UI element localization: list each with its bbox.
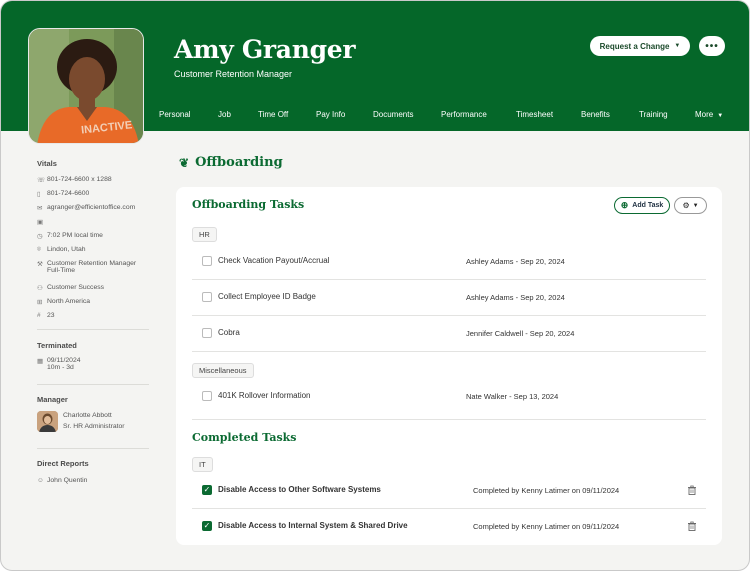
tab-benefits[interactable]: Benefits bbox=[581, 110, 610, 119]
sidebar-divider bbox=[37, 329, 149, 330]
group-tag-miscellaneous: Miscellaneous bbox=[192, 363, 254, 378]
direct-reports-title: Direct Reports bbox=[37, 459, 89, 468]
employee-portrait-image: INACTIVE bbox=[29, 29, 143, 143]
chevron-down-icon: ▼ bbox=[717, 113, 724, 119]
clock-icon: ◷ bbox=[37, 233, 43, 240]
offboarding-icon: ❦ bbox=[179, 155, 190, 170]
hash-icon: # bbox=[37, 312, 41, 319]
request-change-label: Request a Change bbox=[599, 41, 670, 51]
group-tag-it: IT bbox=[192, 457, 213, 472]
tab-pay-info[interactable]: Pay Info bbox=[316, 110, 345, 119]
vital-location: ⌾ Lindon, Utah bbox=[37, 246, 86, 253]
person-icon: ☺ bbox=[37, 477, 44, 484]
task-assignee: Jennifer Caldwell - Sep 20, 2024 bbox=[466, 329, 575, 338]
settings-dropdown-button[interactable]: ⚙ ▼ bbox=[674, 197, 707, 214]
tab-training[interactable]: Training bbox=[639, 110, 668, 119]
vital-linkedin[interactable]: ▣ bbox=[37, 218, 47, 226]
add-task-button[interactable]: ⊕ Add Task bbox=[614, 197, 670, 214]
task-assignee: Ashley Adams - Sep 20, 2024 bbox=[466, 257, 565, 266]
linkedin-icon: ▣ bbox=[37, 219, 44, 226]
tab-time-off[interactable]: Time Off bbox=[258, 110, 288, 119]
task-checkbox[interactable] bbox=[202, 256, 212, 266]
task-name[interactable]: Check Vacation Payout/Accrual bbox=[218, 256, 329, 265]
manager-avatar[interactable] bbox=[37, 411, 58, 432]
card-title: Offboarding Tasks bbox=[192, 198, 305, 211]
task-completed-by: Completed by Kenny Latimer on 09/11/2024 bbox=[473, 486, 620, 495]
trash-icon[interactable] bbox=[687, 485, 697, 495]
vital-department: ⚇ Customer Success bbox=[37, 284, 105, 292]
task-completed-by: Completed by Kenny Latimer on 09/11/2024 bbox=[473, 522, 620, 531]
completed-task-row: ✓ Disable Access to Other Software Syste… bbox=[192, 473, 706, 509]
task-name[interactable]: Disable Access to Internal System & Shar… bbox=[218, 521, 408, 530]
sidebar-divider bbox=[37, 448, 149, 449]
calendar-icon: ▦ bbox=[37, 358, 44, 365]
sidebar-divider bbox=[37, 384, 149, 385]
request-change-button[interactable]: Request a Change ▼ bbox=[590, 36, 690, 56]
tab-more[interactable]: More ▼ bbox=[695, 110, 723, 119]
terminated-title: Terminated bbox=[37, 341, 77, 350]
manager-name[interactable]: Charlotte Abbott bbox=[63, 412, 112, 419]
task-name[interactable]: Cobra bbox=[218, 328, 240, 337]
task-checkbox[interactable] bbox=[202, 328, 212, 338]
manager-title: Manager bbox=[37, 395, 68, 404]
task-name[interactable]: 401K Rollover Information bbox=[218, 391, 311, 400]
vital-email[interactable]: ✉ agranger@efficientoffice.com bbox=[37, 204, 135, 212]
ellipsis-icon: ••• bbox=[705, 40, 719, 52]
tab-timesheet[interactable]: Timesheet bbox=[516, 110, 553, 119]
vital-phone: ☏ 801-724-6600 x 1288 bbox=[37, 176, 112, 184]
org-icon: ⊞ bbox=[37, 299, 43, 306]
employee-photo: INACTIVE bbox=[28, 28, 144, 144]
employee-name: Amy Granger bbox=[174, 35, 356, 64]
tab-job[interactable]: Job bbox=[218, 110, 231, 119]
vital-employee-number: # 23 bbox=[37, 312, 55, 319]
vital-local-time: ◷ 7:02 PM local time bbox=[37, 232, 103, 240]
task-row: 401K Rollover Information Nate Walker - … bbox=[192, 379, 706, 415]
chevron-down-icon: ▼ bbox=[692, 202, 699, 209]
row-divider bbox=[192, 351, 706, 352]
vital-division: ⊞ North America bbox=[37, 298, 91, 306]
task-row: Check Vacation Payout/Accrual Ashley Ada… bbox=[192, 244, 706, 280]
trash-icon[interactable] bbox=[687, 521, 697, 531]
task-row: Cobra Jennifer Caldwell - Sep 20, 2024 bbox=[192, 316, 706, 352]
more-actions-button[interactable]: ••• bbox=[699, 36, 725, 56]
manager-role: Sr. HR Administrator bbox=[63, 423, 125, 430]
task-name[interactable]: Collect Employee ID Badge bbox=[218, 292, 316, 301]
location-icon: ⌾ bbox=[37, 246, 41, 253]
group-tag-hr: HR bbox=[192, 227, 217, 242]
tab-personal[interactable]: Personal bbox=[159, 110, 191, 119]
page-title: ❦ Offboarding bbox=[179, 155, 283, 170]
tab-performance[interactable]: Performance bbox=[441, 110, 487, 119]
vital-job: ⚒ Customer Retention Manager Full-Time bbox=[37, 260, 137, 274]
task-assignee: Ashley Adams - Sep 20, 2024 bbox=[466, 293, 565, 302]
offboarding-tasks-card: Offboarding Tasks ⊕ Add Task ⚙ ▼ HR Chec… bbox=[176, 187, 722, 545]
task-row: Collect Employee ID Badge Ashley Adams -… bbox=[192, 280, 706, 316]
employee-job-title: Customer Retention Manager bbox=[174, 69, 293, 79]
section-divider bbox=[192, 419, 706, 420]
email-icon: ✉ bbox=[37, 205, 43, 212]
task-checkbox-checked[interactable]: ✓ bbox=[202, 521, 212, 531]
task-assignee: Nate Walker - Sep 13, 2024 bbox=[466, 392, 559, 401]
terminated-info: ▦ 09/11/2024 10m - 3d bbox=[37, 357, 81, 371]
mobile-icon: ▯ bbox=[37, 191, 41, 198]
completed-tasks-title: Completed Tasks bbox=[192, 431, 297, 444]
wrench-icon: ⚒ bbox=[37, 261, 43, 268]
app-window: Amy Granger Customer Retention Manager R… bbox=[0, 0, 750, 571]
plus-circle-icon: ⊕ bbox=[620, 200, 629, 210]
completed-task-row: ✓ Disable Access to Internal System & Sh… bbox=[192, 509, 706, 545]
vitals-title: Vitals bbox=[37, 159, 57, 168]
tab-documents[interactable]: Documents bbox=[373, 110, 413, 119]
chevron-down-icon: ▼ bbox=[674, 43, 681, 49]
direct-report-item[interactable]: ☺ John Quentin bbox=[37, 477, 87, 484]
task-name[interactable]: Disable Access to Other Software Systems bbox=[218, 485, 381, 494]
task-checkbox[interactable] bbox=[202, 292, 212, 302]
task-checkbox[interactable] bbox=[202, 391, 212, 401]
gear-icon: ⚙ bbox=[682, 201, 690, 210]
people-icon: ⚇ bbox=[37, 285, 43, 292]
vital-mobile: ▯ 801-724-6600 bbox=[37, 190, 90, 198]
tab-more-label: More bbox=[695, 110, 714, 119]
task-checkbox-checked[interactable]: ✓ bbox=[202, 485, 212, 495]
phone-icon: ☏ bbox=[37, 177, 46, 184]
